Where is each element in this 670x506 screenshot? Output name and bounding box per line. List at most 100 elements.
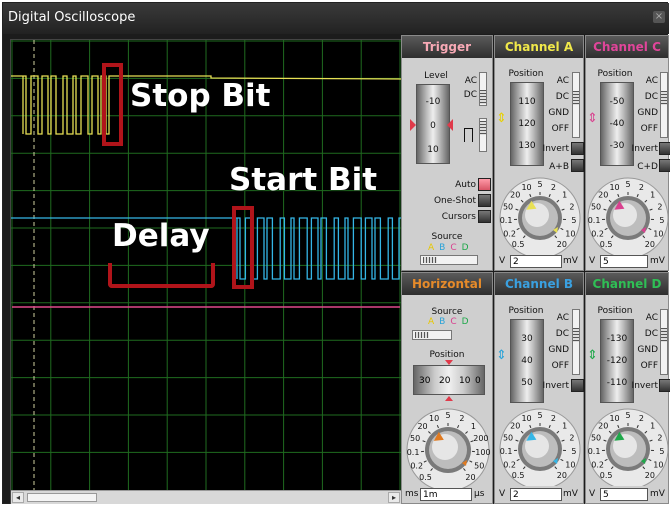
channel-d-title: Channel D (586, 273, 668, 295)
channel-d-invert-button[interactable] (659, 379, 670, 392)
channel-d-volts-dial[interactable]: 0.50.20.1502010 5 21251020 (587, 404, 669, 486)
dial-tick-label: 0.2 (503, 460, 516, 469)
channel-a-marker-icon: ⇕ (496, 111, 507, 126)
channel-c-sum-button[interactable] (659, 159, 670, 172)
dial-tick-label: 2 (657, 433, 662, 442)
channel-b-title: Channel B (495, 273, 583, 295)
level-label: Level (424, 71, 448, 81)
scroll-thumb[interactable] (27, 493, 97, 502)
dial-tick-label: 5 (571, 447, 576, 456)
channel-a-volts-dial[interactable]: 0.50.20.1502010 5 21251020 (496, 173, 584, 255)
trigger-level-drum[interactable]: -10 0 10 (416, 84, 450, 164)
channel-c-invert-button[interactable] (659, 142, 670, 155)
channel-c-position-label: Position (597, 69, 633, 79)
start-bit-label: Start Bit (229, 162, 378, 198)
dial-tick-label: 10 (521, 183, 531, 192)
channel-a-unit-left: V (499, 256, 506, 266)
channel-d-dc-label: DC (644, 329, 658, 339)
one-shot-button[interactable] (478, 194, 491, 207)
dial-tick-label: 5 (445, 411, 450, 420)
channel-b-volts-dial[interactable]: 0.50.20.1502010 5 21251020 (496, 404, 584, 486)
channel-b-volts-field[interactable]: 2 (510, 488, 562, 501)
dial-tick-label: 20 (645, 240, 655, 249)
dial-tick-label: 10 (609, 414, 619, 423)
cursors-button[interactable] (478, 210, 491, 223)
channel-c-volts-dial[interactable]: 0.50.20.1502010 5 21251020 (587, 173, 669, 255)
channel-d-unit-right: mV (650, 489, 665, 499)
dial-tick-label: 0.5 (512, 471, 525, 480)
channel-b-invert-button[interactable] (571, 379, 584, 392)
channel-b-coupling-switch[interactable] (572, 309, 580, 375)
title-bar: Digital Oscilloscope × (3, 3, 669, 34)
horizontal-source-slider[interactable] (412, 330, 452, 340)
dial-tick-label: 0.2 (591, 229, 604, 238)
channel-c-gnd-label: GND (637, 108, 658, 118)
channel-d-invert-label: Invert (631, 381, 658, 391)
trigger-coupling-switch[interactable] (479, 72, 487, 106)
channel-a-panel: Channel A Position 110 120 130 ⇕ AC DC G… (494, 35, 584, 271)
dial-tick-label: 20 (645, 471, 655, 480)
channel-b-panel: Channel B Position 30 40 50 ⇕ AC DC GND … (494, 272, 584, 504)
horizontal-scrollbar[interactable]: ◂ ▸ (11, 490, 401, 504)
horizontal-position-ruler[interactable]: 30 20 10 0 (413, 365, 485, 395)
close-icon[interactable]: × (653, 11, 665, 23)
horizontal-time-dial[interactable]: 0.50.20.1502010 5 212001005020 (403, 404, 493, 488)
scroll-left-icon[interactable]: ◂ (12, 492, 24, 503)
channel-a-invert-label: Invert (542, 144, 569, 154)
channel-c-volts-field[interactable]: 5 (600, 255, 648, 268)
dial-tick-label: 50 (474, 462, 484, 471)
horizontal-time-field[interactable]: 1m (420, 488, 472, 501)
channel-d-ac-label: AC (645, 313, 658, 323)
dial-tick-label: 0.1 (407, 448, 420, 457)
one-shot-label: One-Shot (433, 196, 476, 206)
dial-tick-label: 20 (465, 473, 475, 482)
channel-d-coupling-switch[interactable] (660, 309, 668, 375)
dial-tick-label: 0.1 (500, 216, 513, 225)
channel-b-ac-label: AC (556, 313, 569, 323)
channel-a-invert-button[interactable] (571, 142, 584, 155)
trigger-panel: Trigger Level -10 0 10 AC DC Auto One-Sh… (401, 35, 493, 271)
channel-a-gnd-label: GND (548, 108, 569, 118)
trigger-edge-switch[interactable] (479, 118, 487, 152)
channel-c-title: Channel C (586, 36, 668, 58)
dial-tick-label: 0.2 (591, 460, 604, 469)
dial-tick-label: 2 (657, 202, 662, 211)
channel-b-dc-label: DC (555, 329, 569, 339)
horizontal-source-letters: ABCD (428, 317, 469, 327)
trigger-source-slider[interactable] (420, 255, 478, 265)
channel-b-off-label: OFF (551, 361, 569, 371)
dial-tick-label: 50 (591, 202, 601, 211)
dial-tick-label: 2 (459, 414, 464, 423)
horizontal-position-label: Position (429, 350, 465, 360)
dial-tick-label: 5 (659, 447, 664, 456)
channel-c-marker-icon: ⇕ (587, 111, 598, 126)
dial-tick-label: 10 (565, 229, 575, 238)
trigger-edge-icon (464, 128, 473, 142)
scroll-right-icon[interactable]: ▸ (388, 492, 400, 503)
channel-a-sum-button[interactable] (571, 159, 584, 172)
channel-c-panel: Channel C Position -50 -40 -30 ⇕ AC DC G… (585, 35, 670, 271)
auto-button[interactable] (478, 178, 491, 191)
dial-tick-label: 10 (609, 183, 619, 192)
trigger-source-label: Source (431, 232, 463, 242)
start-bit-highlight (232, 206, 254, 289)
dial-tick-label: 0.5 (512, 240, 525, 249)
channel-d-off-label: OFF (640, 361, 658, 371)
dial-tick-label: 5 (625, 411, 630, 420)
dial-tick-label: 50 (591, 433, 601, 442)
level-marker-left-icon (410, 119, 416, 131)
dial-tick-label: 2 (569, 202, 574, 211)
channel-a-volts-field[interactable]: 2 (510, 255, 562, 268)
channel-c-unit-left: V (589, 256, 596, 266)
channel-c-coupling-switch[interactable] (660, 72, 668, 138)
channel-d-volts-field[interactable]: 5 (600, 488, 648, 501)
horizontal-unit-left: ms (405, 489, 419, 499)
channel-a-coupling-switch[interactable] (572, 72, 580, 138)
scope-screen: Stop Bit Start Bit Delay ◂ ▸ (10, 39, 402, 504)
channel-a-title: Channel A (495, 36, 583, 58)
channel-d-unit-left: V (589, 489, 596, 499)
dial-tick-label: 2 (569, 433, 574, 442)
channel-a-dc-label: DC (555, 92, 569, 102)
horizontal-panel: Horizontal Source ABCD Position 30 20 10… (401, 272, 493, 504)
horizontal-source-label: Source (431, 307, 463, 317)
